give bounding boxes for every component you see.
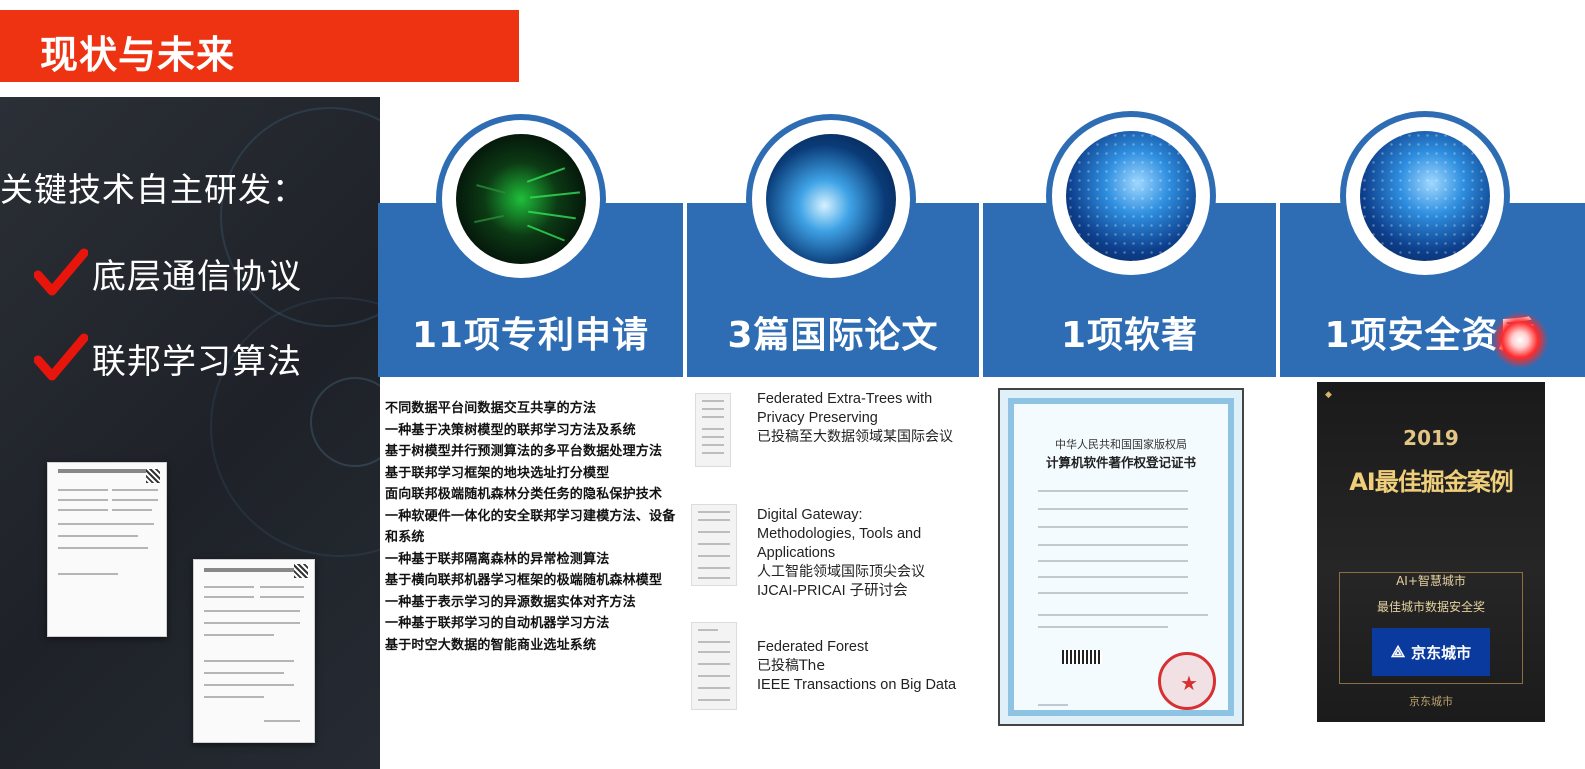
red-check-icon <box>34 248 88 296</box>
left-panel: 关键技术自主研发： 底层通信协议 联邦学习算法 <box>0 97 380 769</box>
paper-venue: IEEE Transactions on Big Data <box>757 677 957 693</box>
patent-list: 不同数据平台间数据交互共享的方法 一种基于决策树模型的联邦学习方法及系统 基于树… <box>385 398 685 656</box>
digital-tunnel-image <box>456 134 586 264</box>
patent-item: 一种软硬件一体化的安全联邦学习建模方法、设备和系统 <box>385 508 676 546</box>
title-banner: 现状与未来 <box>0 10 519 82</box>
software-copyright-certificate: 中华人民共和国国家版权局 计算机软件著作权登记证书 ★ <box>998 388 1244 726</box>
award-category: AI+智慧城市 <box>1396 574 1466 588</box>
slide-title: 现状与未来 <box>40 33 236 77</box>
patent-item: 基于时空大数据的智能商业选址系统 <box>385 637 597 653</box>
award-year: 2019 <box>1403 426 1459 450</box>
paper-thumbnail <box>691 622 737 710</box>
jd-logo-icon: ⟁ <box>1390 642 1406 661</box>
security-circle-image <box>1340 111 1510 281</box>
patent-item: 不同数据平台间数据交互共享的方法 <box>385 401 597 416</box>
award-footer: 京东城市 <box>1409 695 1453 708</box>
patent-item: 一种基于表示学习的异源数据实体对齐方法 <box>385 594 636 610</box>
jd-logo-text: 京东城市 <box>1411 643 1472 662</box>
award-headline: AI最佳掘金案例 <box>1349 468 1514 496</box>
paper-status: 已投稿The <box>757 658 826 674</box>
paper-venue: 人工智能领域国际顶尖会议 <box>757 564 925 580</box>
laser-pointer-dot <box>1492 312 1548 368</box>
patent-item: 一种基于联邦学习的自动机器学习方法 <box>385 616 610 631</box>
paper-entry: Digital Gateway: Methodologies, Tools an… <box>757 506 925 601</box>
check-item-algorithm: 联邦学习算法 <box>34 332 302 384</box>
paper-title-line: Federated Extra-Trees with <box>757 391 933 407</box>
paper-title-line: Applications <box>757 545 836 561</box>
check-item-label: 联邦学习算法 <box>92 341 302 382</box>
patent-item: 基于横向联邦机器学习框架的极端随机森林模型 <box>385 573 663 588</box>
key-tech-heading: 关键技术自主研发： <box>0 170 306 209</box>
data-globe-image <box>1360 131 1490 261</box>
patent-document-thumbnail <box>193 559 315 743</box>
official-seal-icon: ★ <box>1158 652 1216 710</box>
check-item-label: 底层通信协议 <box>92 256 302 297</box>
label-papers: 3篇国际论文 <box>727 315 939 356</box>
paper-status: 已投稿至大数据领域某国际会议 <box>757 429 953 445</box>
paper-title-line: Federated Forest <box>757 639 869 655</box>
certificate-issuer: 中华人民共和国国家版权局 <box>1055 438 1187 451</box>
award-prize: 最佳城市数据安全奖 <box>1376 600 1485 614</box>
patent-item: 一种基于决策树模型的联邦学习方法及系统 <box>385 422 636 438</box>
paper-venue: IJCAI-PRICAI 子研讨会 <box>757 583 908 599</box>
patent-circle-image <box>436 114 606 284</box>
paper-title-line: Privacy Preserving <box>757 410 878 426</box>
paper-entry: Federated Extra-Trees with Privacy Prese… <box>757 390 953 447</box>
barcode-icon <box>1062 650 1102 664</box>
data-globe-image <box>1066 131 1196 261</box>
label-copyright: 1项软著 <box>1060 315 1199 356</box>
jd-city-logo: ⟁ 京东城市 <box>1372 628 1490 676</box>
patent-item: 基于树模型并行预测算法的多平台数据处理方法 <box>385 444 663 459</box>
patent-item: 基于联邦学习框架的地块选址打分模型 <box>385 465 610 481</box>
certificate-title: 计算机软件著作权登记证书 <box>1045 455 1196 470</box>
patent-document-thumbnail <box>47 462 167 637</box>
award-poster: ◆ 2019 AI最佳掘金案例 AI+智慧城市 最佳城市数据安全奖 ⟁ 京东城市… <box>1317 382 1545 722</box>
paper-circle-image <box>746 114 916 284</box>
network-globe-image <box>766 134 896 264</box>
paper-title-line: Methodologies, Tools and <box>757 526 922 542</box>
paper-title-line: Digital Gateway: <box>757 507 863 523</box>
certificate-frame: 中华人民共和国国家版权局 计算机软件著作权登记证书 ★ <box>1008 398 1234 716</box>
patent-item: 一种基于联邦隔离森林的异常检测算法 <box>385 551 610 567</box>
paper-entry: Federated Forest 已投稿The IEEE Transaction… <box>757 638 956 695</box>
patent-item: 面向联邦极端随机森林分类任务的隐私保护技术 <box>385 487 663 502</box>
award-brand-logo: ◆ <box>1325 390 1332 400</box>
copyright-circle-image <box>1046 111 1216 281</box>
check-item-protocol: 底层通信协议 <box>34 247 302 299</box>
paper-thumbnail <box>695 393 731 467</box>
red-check-icon <box>34 333 88 381</box>
label-patents: 11项专利申请 <box>411 315 650 356</box>
paper-thumbnail <box>691 504 737 586</box>
